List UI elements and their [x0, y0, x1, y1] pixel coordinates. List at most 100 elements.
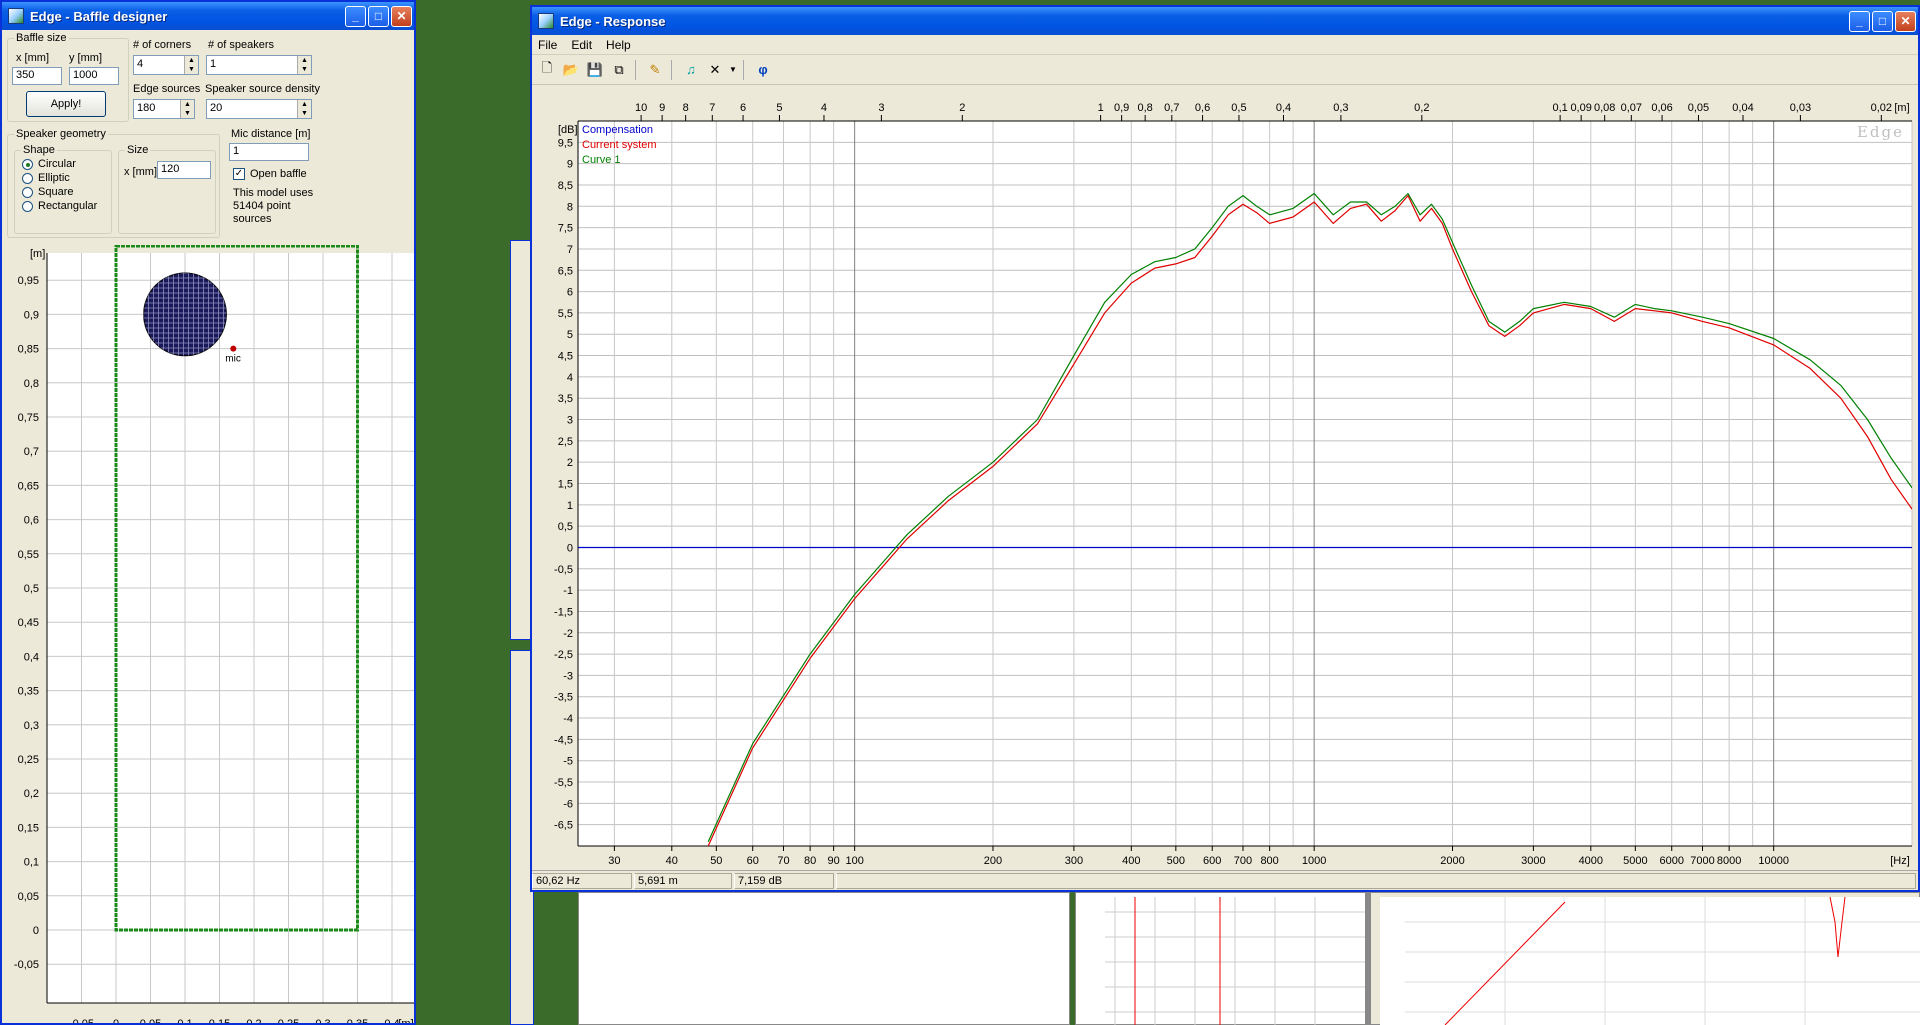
spinner-arrows-icon[interactable]: ▲ ▼	[297, 100, 311, 118]
edge-watermark: Edge	[1857, 123, 1904, 141]
apply-button[interactable]: Apply!	[26, 91, 106, 117]
y-tick-label: -3	[563, 670, 573, 682]
y-tick-label: -4,5	[554, 734, 573, 746]
y-tick-label: 5,5	[558, 308, 573, 320]
baffle-x-tick: 0,2	[246, 1018, 261, 1023]
y-tick-label: 6,5	[558, 265, 573, 277]
baffle-y-tick: 0,3	[24, 720, 39, 732]
maximize-icon: □	[374, 9, 383, 23]
x-tick-label: 100	[845, 855, 863, 867]
y-tick-label: 7,5	[558, 223, 573, 235]
shape-rectangular-radio[interactable]: Rectangular	[22, 200, 97, 212]
baffle-y-tick: -0,05	[14, 959, 39, 971]
baffle-y-input[interactable]: 1000	[69, 67, 119, 85]
shape-square-radio[interactable]: Square	[22, 186, 73, 198]
baffle-titlebar[interactable]: Edge - Baffle designer _ □ ✕	[2, 2, 414, 30]
maximize-button[interactable]: □	[368, 5, 389, 27]
open-baffle-checkbox[interactable]: ✓ Open baffle	[233, 168, 307, 180]
app-icon	[538, 13, 554, 29]
edge-sources-value: 180	[137, 102, 156, 114]
top-tick-label: 2	[959, 102, 965, 114]
close-button[interactable]: ✕	[391, 5, 412, 27]
baffle-x-tick: 0,1	[177, 1018, 192, 1023]
response-window[interactable]: Edge - Response _ □ ✕ File Edit Help 🗋 📂…	[530, 5, 1920, 892]
radio-icon	[22, 172, 33, 184]
legend-entry-curve-1: Curve 1	[582, 154, 621, 166]
baffle-size-label: Baffle size	[14, 32, 69, 44]
spinner-arrows-icon[interactable]: ▲ ▼	[184, 56, 198, 74]
y-tick-label: 1,5	[558, 479, 573, 491]
model-info-line-3: sources	[233, 213, 272, 225]
response-window-title: Edge - Response	[560, 13, 666, 29]
menu-edit[interactable]: Edit	[571, 38, 592, 52]
top-tick-label: 4	[821, 102, 827, 114]
top-axis-unit: [m]	[1894, 102, 1909, 114]
y-tick-label: -5	[563, 756, 573, 768]
speakers-spinner[interactable]: 1 ▲ ▼	[206, 55, 312, 75]
x-tick-label: 7000	[1690, 855, 1714, 867]
x-tick-label: 80	[804, 855, 816, 867]
baffle-window-title: Edge - Baffle designer	[30, 8, 168, 24]
radio-selected-icon	[22, 158, 33, 170]
pen-icon[interactable]: ✎	[644, 59, 666, 81]
top-tick-label: 10	[635, 102, 647, 114]
mic-marker	[230, 345, 237, 352]
response-titlebar[interactable]: Edge - Response _ □ ✕	[532, 7, 1918, 35]
background-panel-white	[578, 892, 1070, 1025]
x-tick-label: 10000	[1758, 855, 1789, 867]
dropdown-icon[interactable]: ▼	[728, 59, 738, 81]
spinner-arrows-icon[interactable]: ▲ ▼	[297, 56, 311, 74]
toolbar: 🗋 📂 💾 ⧉ ✎ ♫ ✕ ▼ φ	[532, 55, 1918, 85]
baffle-x-tick: 0,05	[140, 1018, 161, 1023]
corners-value: 4	[137, 58, 144, 70]
spinner-arrows-icon[interactable]: ▲ ▼	[180, 100, 194, 118]
speaker-icon[interactable]: ♫	[680, 59, 702, 81]
y-tick-label: -4	[563, 713, 573, 725]
x-tick-label: 8000	[1717, 855, 1741, 867]
baffle-designer-window[interactable]: Edge - Baffle designer _ □ ✕ Baffle size…	[0, 0, 416, 1025]
maximize-icon: □	[1878, 14, 1887, 28]
baffle-y-tick: 0,9	[24, 309, 39, 321]
source-density-spinner[interactable]: 20 ▲ ▼	[206, 99, 312, 119]
save-icon[interactable]: 💾	[584, 59, 606, 81]
minimize-button[interactable]: _	[1849, 10, 1870, 32]
new-icon[interactable]: 🗋	[536, 59, 558, 81]
top-tick-label: 0,3	[1333, 102, 1348, 114]
x-tick-label: 2000	[1440, 855, 1464, 867]
x-tick-label: 500	[1167, 855, 1185, 867]
source-density-value: 20	[210, 102, 223, 114]
mic-distance-input[interactable]: 1	[229, 143, 309, 161]
app-icon	[8, 8, 24, 24]
shape-circular-radio[interactable]: Circular	[22, 158, 76, 170]
close-button[interactable]: ✕	[1895, 10, 1916, 32]
delete-icon[interactable]: ✕	[704, 59, 726, 81]
corners-spinner[interactable]: 4 ▲ ▼	[133, 55, 199, 75]
baffle-plot[interactable]: 0,95 0,9 0,85 0,8 0,75 0,7 0,65 0,6 0,55 0,5 0,45 0…	[2, 245, 414, 1023]
response-chart[interactable]: 9,5 9 8,5 8 7,5 7 6,5 6 5,5 5 4,5 4 3,5 3 2,5 2 1,5 1 0,5 0…	[532, 87, 1918, 876]
copy-icon[interactable]: ⧉	[608, 59, 630, 81]
baffle-y-tick: 0,5	[24, 583, 39, 595]
baffle-y-tick: 0,35	[18, 686, 39, 698]
baffle-y-tick: 0,45	[18, 617, 39, 629]
x-tick-label: 6000	[1659, 855, 1683, 867]
y-tick-label: 7	[567, 244, 573, 256]
y-tick-label: -1,5	[554, 606, 573, 618]
phase-icon[interactable]: φ	[752, 59, 774, 81]
toolbar-separator	[635, 59, 641, 80]
minimize-button[interactable]: _	[345, 5, 366, 27]
size-x-input[interactable]: 120	[157, 161, 211, 179]
y-tick-label: -6	[563, 798, 573, 810]
menu-help[interactable]: Help	[606, 38, 631, 52]
x-tick-label: 800	[1260, 855, 1278, 867]
baffle-x-input[interactable]: 350	[12, 67, 62, 85]
x-tick-label: 200	[984, 855, 1002, 867]
maximize-button[interactable]: □	[1872, 10, 1893, 32]
baffle-y-tick: 0,15	[18, 822, 39, 834]
radio-icon	[22, 200, 33, 212]
y-tick-label: 8,5	[558, 180, 573, 192]
open-icon[interactable]: 📂	[560, 59, 582, 81]
status-distance: 5,691 m	[634, 872, 732, 889]
shape-elliptic-radio[interactable]: Elliptic	[22, 172, 70, 184]
edge-sources-spinner[interactable]: 180 ▲ ▼	[133, 99, 195, 119]
menu-file[interactable]: File	[538, 38, 557, 52]
